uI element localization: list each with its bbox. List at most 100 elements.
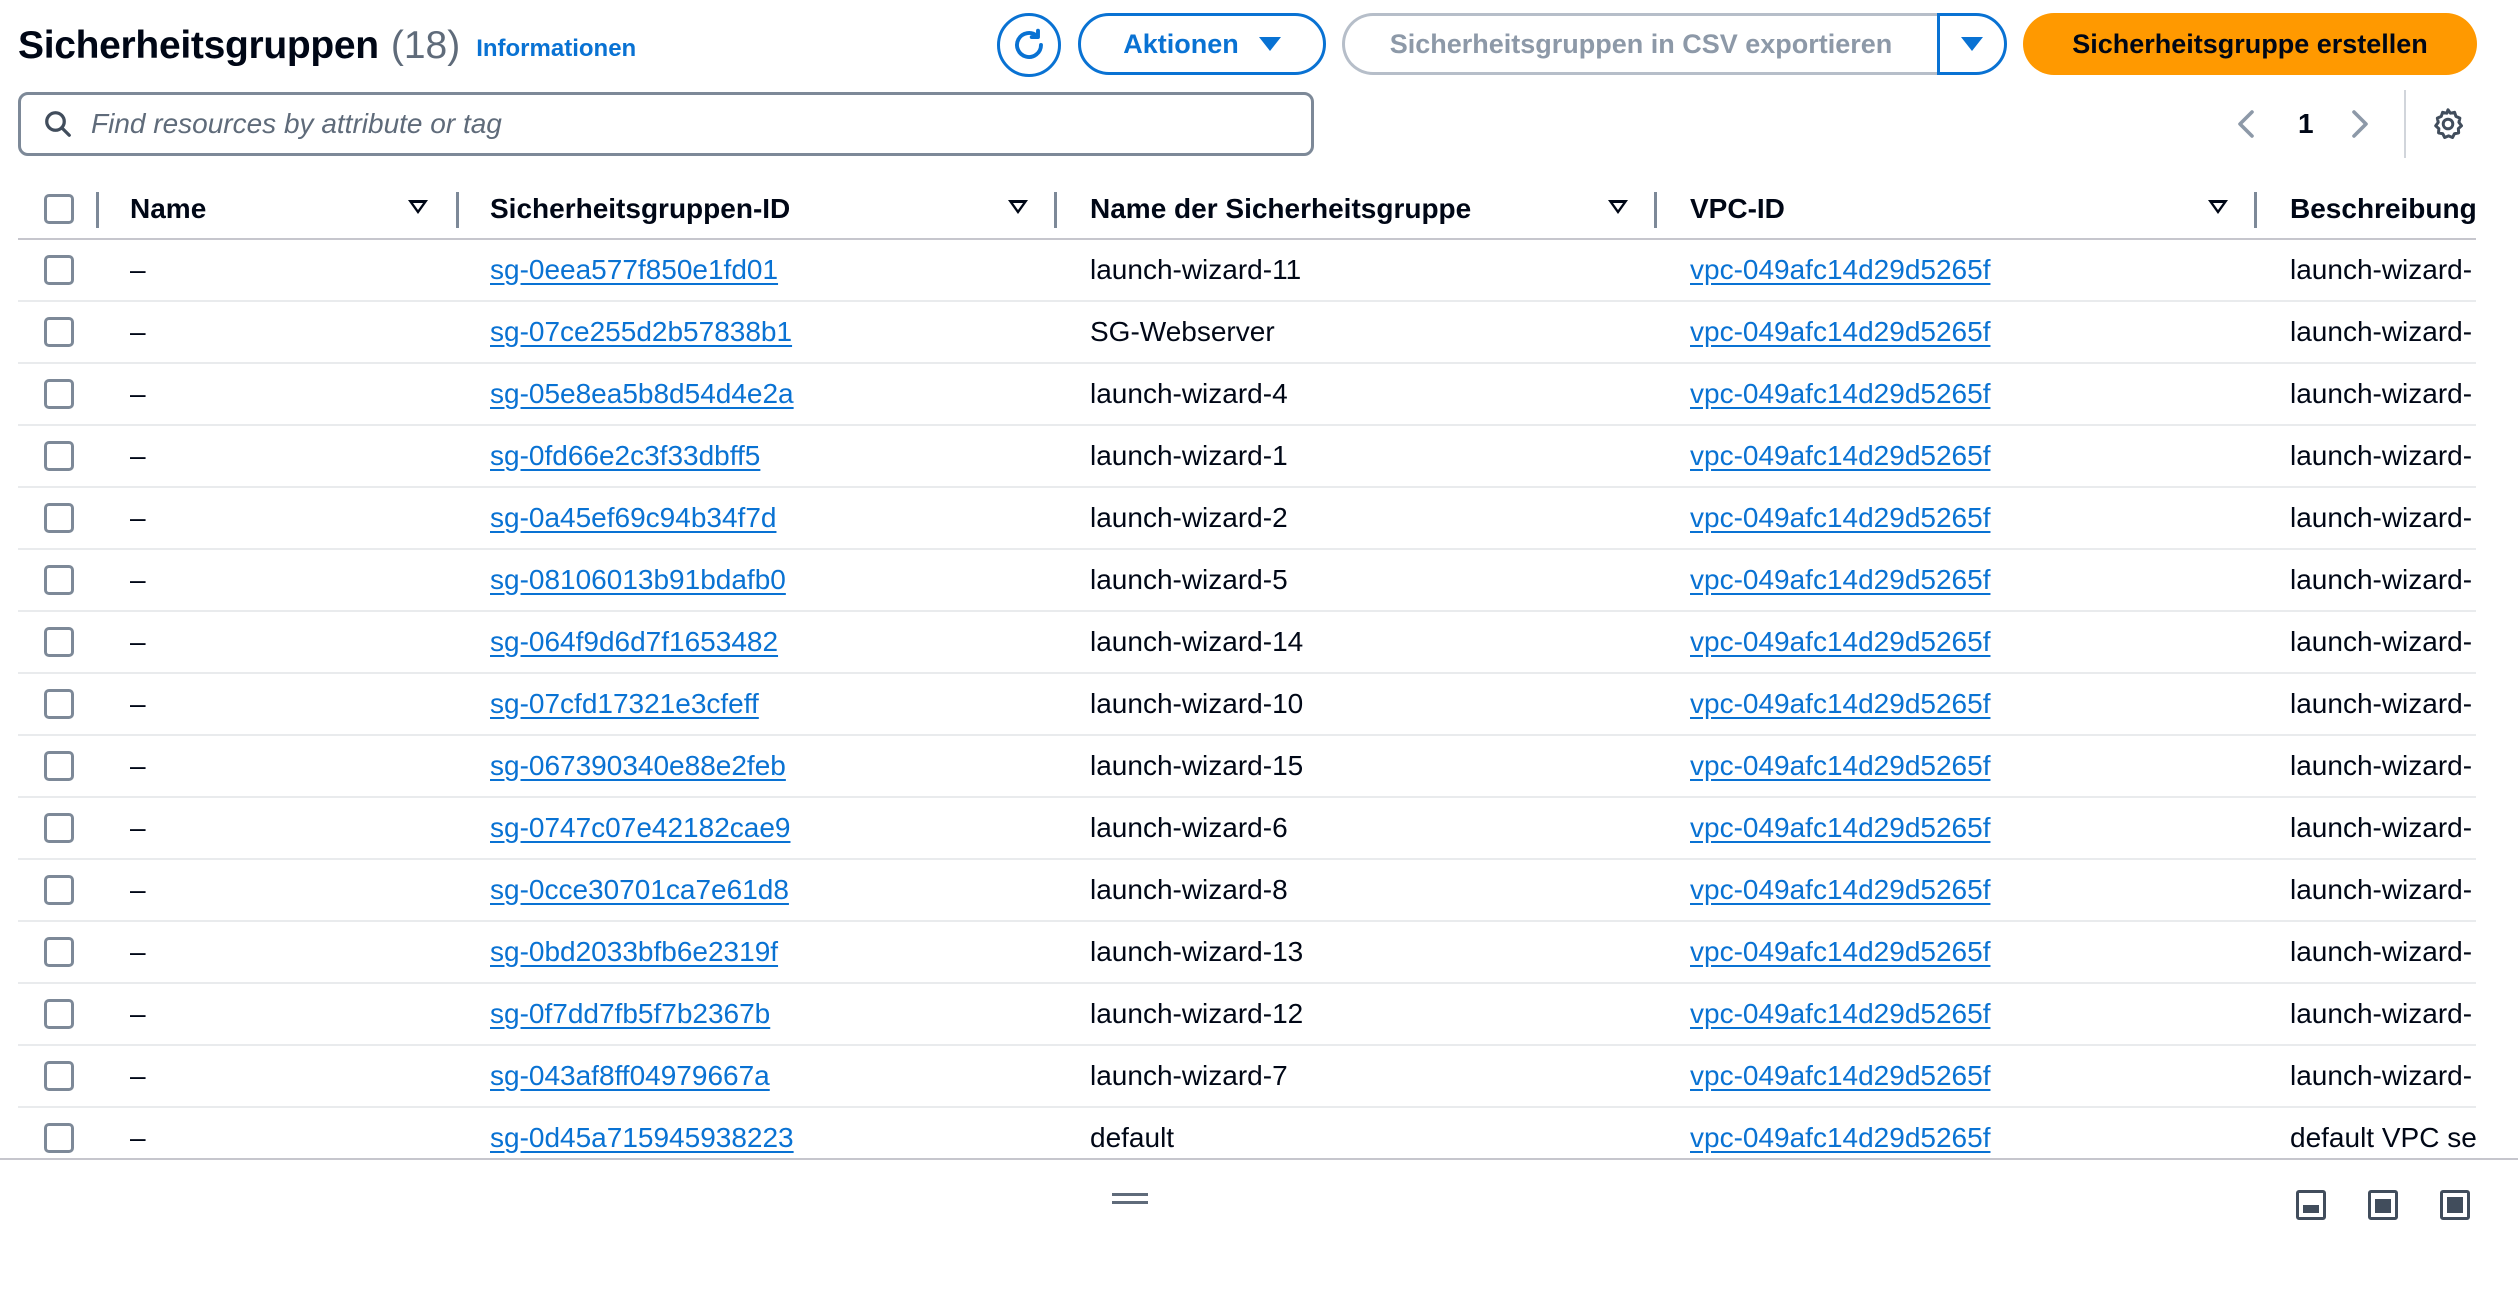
cell-vpc-id-link[interactable]: vpc-049afc14d29d5265f	[1690, 1046, 2250, 1106]
row-checkbox[interactable]	[44, 503, 74, 533]
cell-security-group-id-link[interactable]: sg-0d45a715945938223	[490, 1108, 1050, 1158]
cell-vpc-id-link[interactable]: vpc-049afc14d29d5265f	[1690, 364, 2250, 424]
row-checkbox[interactable]	[44, 565, 74, 595]
column-divider[interactable]	[1654, 192, 1657, 228]
row-checkbox[interactable]	[44, 751, 74, 781]
table-row[interactable]: – sg-0fd66e2c3f33dbff5 launch-wizard-1 vpc-…	[18, 426, 2476, 488]
cell-security-group-id-link[interactable]: sg-043af8ff04979667a	[490, 1046, 1050, 1106]
search-field[interactable]	[18, 92, 1314, 156]
cell-description: launch-wizard-	[2290, 936, 2473, 967]
cell-vpc-id-link[interactable]: vpc-049afc14d29d5265f	[1690, 240, 2250, 300]
panel-full-icon[interactable]	[2440, 1190, 2470, 1220]
refresh-button[interactable]	[997, 13, 1061, 77]
cell-vpc-id-link[interactable]: vpc-049afc14d29d5265f	[1690, 798, 2250, 858]
cell-security-group-name: launch-wizard-11	[1090, 254, 1302, 285]
resource-count: (18)	[390, 24, 461, 67]
row-checkbox[interactable]	[44, 1123, 74, 1153]
column-header-description[interactable]: Beschreibung	[2290, 180, 2476, 238]
export-dropdown-toggle[interactable]	[1937, 13, 2007, 75]
panel-bottom-icon[interactable]	[2296, 1190, 2326, 1220]
table-row[interactable]: – sg-07cfd17321e3cfeff launch-wizard-10 vpc…	[18, 674, 2476, 736]
cell-security-group-id-link[interactable]: sg-07ce255d2b57838b1	[490, 302, 1050, 362]
actions-dropdown-button[interactable]: Aktionen	[1078, 13, 1326, 75]
cell-security-group-id-link[interactable]: sg-0f7dd7fb5f7b2367b	[490, 984, 1050, 1044]
column-divider[interactable]	[2254, 192, 2257, 228]
sort-icon[interactable]	[408, 200, 428, 214]
search-input[interactable]	[91, 108, 1191, 140]
cell-vpc-id-link[interactable]: vpc-049afc14d29d5265f	[1690, 302, 2250, 362]
cell-security-group-id-link[interactable]: sg-067390340e88e2feb	[490, 736, 1050, 796]
table-row[interactable]: – sg-0f7dd7fb5f7b2367b launch-wizard-12 vpc…	[18, 984, 2476, 1046]
cell-vpc-id-link[interactable]: vpc-049afc14d29d5265f	[1690, 612, 2250, 672]
next-page-button[interactable]	[2348, 96, 2372, 152]
select-all-checkbox[interactable]	[44, 194, 74, 224]
cell-name: –	[130, 378, 146, 409]
table-row[interactable]: – sg-0a45ef69c94b34f7d launch-wizard-2 vpc-…	[18, 488, 2476, 550]
cell-vpc-id-link[interactable]: vpc-049afc14d29d5265f	[1690, 674, 2250, 734]
row-checkbox[interactable]	[44, 627, 74, 657]
cell-security-group-id-link[interactable]: sg-0bd2033bfb6e2319f	[490, 922, 1050, 982]
column-header-vpc-id[interactable]: VPC-ID	[1690, 180, 1785, 238]
row-checkbox[interactable]	[44, 255, 74, 285]
cell-security-group-id-link[interactable]: sg-0fd66e2c3f33dbff5	[490, 426, 1050, 486]
create-security-group-button[interactable]: Sicherheitsgruppe erstellen	[2023, 13, 2477, 75]
cell-security-group-name: launch-wizard-14	[1090, 626, 1304, 657]
info-link[interactable]: Informationen	[476, 35, 636, 63]
cell-security-group-id-link[interactable]: sg-07cfd17321e3cfeff	[490, 674, 1050, 734]
table-row[interactable]: – sg-043af8ff04979667a launch-wizard-7 vpc-…	[18, 1046, 2476, 1108]
cell-security-group-name: launch-wizard-2	[1090, 502, 1288, 533]
column-divider	[96, 192, 99, 228]
cell-security-group-id-link[interactable]: sg-08106013b91bdafb0	[490, 550, 1050, 610]
table-row[interactable]: – sg-0747c07e42182cae9 launch-wizard-6 vpc-…	[18, 798, 2476, 860]
row-checkbox[interactable]	[44, 317, 74, 347]
table-row[interactable]: – sg-0bd2033bfb6e2319f launch-wizard-13 vpc…	[18, 922, 2476, 984]
cell-security-group-id-link[interactable]: sg-0eea577f850e1fd01	[490, 240, 1050, 300]
cell-security-group-id-link[interactable]: sg-064f9d6d7f1653482	[490, 612, 1050, 672]
table-settings-button[interactable]	[2426, 102, 2470, 146]
cell-vpc-id-link[interactable]: vpc-049afc14d29d5265f	[1690, 1108, 2250, 1158]
row-checkbox[interactable]	[44, 379, 74, 409]
panel-side-icon[interactable]	[2368, 1190, 2398, 1220]
cell-security-group-id-link[interactable]: sg-0cce30701ca7e61d8	[490, 860, 1050, 920]
table-row[interactable]: – sg-05e8ea5b8d54d4e2a launch-wizard-4 vpc-…	[18, 364, 2476, 426]
table-row[interactable]: – sg-067390340e88e2feb launch-wizard-15 vpc…	[18, 736, 2476, 798]
cell-vpc-id-link[interactable]: vpc-049afc14d29d5265f	[1690, 488, 2250, 548]
row-checkbox[interactable]	[44, 441, 74, 471]
table-row[interactable]: – sg-0eea577f850e1fd01 launch-wizard-11 vpc…	[18, 240, 2476, 302]
page-number[interactable]: 1	[2298, 96, 2314, 152]
cell-vpc-id-link[interactable]: vpc-049afc14d29d5265f	[1690, 984, 2250, 1044]
cell-name: –	[130, 998, 146, 1029]
column-divider[interactable]	[456, 192, 459, 228]
cell-security-group-id-link[interactable]: sg-0747c07e42182cae9	[490, 798, 1050, 858]
cell-vpc-id-link[interactable]: vpc-049afc14d29d5265f	[1690, 426, 2250, 486]
table-row[interactable]: – sg-07ce255d2b57838b1 SG-Webserver vpc-049…	[18, 302, 2476, 364]
cell-security-group-id-link[interactable]: sg-0a45ef69c94b34f7d	[490, 488, 1050, 548]
row-checkbox[interactable]	[44, 999, 74, 1029]
table-header: Name Sicherheitsgruppen-ID Name der Sich…	[18, 180, 2476, 240]
column-header-id[interactable]: Sicherheitsgruppen-ID	[490, 180, 790, 238]
cell-vpc-id-link[interactable]: vpc-049afc14d29d5265f	[1690, 922, 2250, 982]
table-row[interactable]: – sg-08106013b91bdafb0 launch-wizard-5 vpc-…	[18, 550, 2476, 612]
sort-icon[interactable]	[1608, 200, 1628, 214]
cell-description: launch-wizard-	[2290, 254, 2473, 285]
row-checkbox[interactable]	[44, 813, 74, 843]
column-divider[interactable]	[1054, 192, 1057, 228]
row-checkbox[interactable]	[44, 875, 74, 905]
cell-vpc-id-link[interactable]: vpc-049afc14d29d5265f	[1690, 736, 2250, 796]
sort-icon[interactable]	[2208, 200, 2228, 214]
cell-vpc-id-link[interactable]: vpc-049afc14d29d5265f	[1690, 550, 2250, 610]
column-header-group-name[interactable]: Name der Sicherheitsgruppe	[1090, 180, 1471, 238]
table-row[interactable]: – sg-064f9d6d7f1653482 launch-wizard-14 vpc…	[18, 612, 2476, 674]
previous-page-button[interactable]	[2234, 96, 2258, 152]
chevron-left-icon	[2238, 110, 2254, 138]
drag-handle-icon[interactable]	[1112, 1193, 1148, 1207]
sort-icon[interactable]	[1008, 200, 1028, 214]
row-checkbox[interactable]	[44, 689, 74, 719]
table-row[interactable]: – sg-0cce30701ca7e61d8 launch-wizard-8 vpc-…	[18, 860, 2476, 922]
table-row[interactable]: – sg-0d45a715945938223 default vpc-049afc14…	[18, 1108, 2476, 1158]
cell-vpc-id-link[interactable]: vpc-049afc14d29d5265f	[1690, 860, 2250, 920]
cell-security-group-id-link[interactable]: sg-05e8ea5b8d54d4e2a	[490, 364, 1050, 424]
row-checkbox[interactable]	[44, 1061, 74, 1091]
column-header-name[interactable]: Name	[130, 180, 206, 238]
row-checkbox[interactable]	[44, 937, 74, 967]
